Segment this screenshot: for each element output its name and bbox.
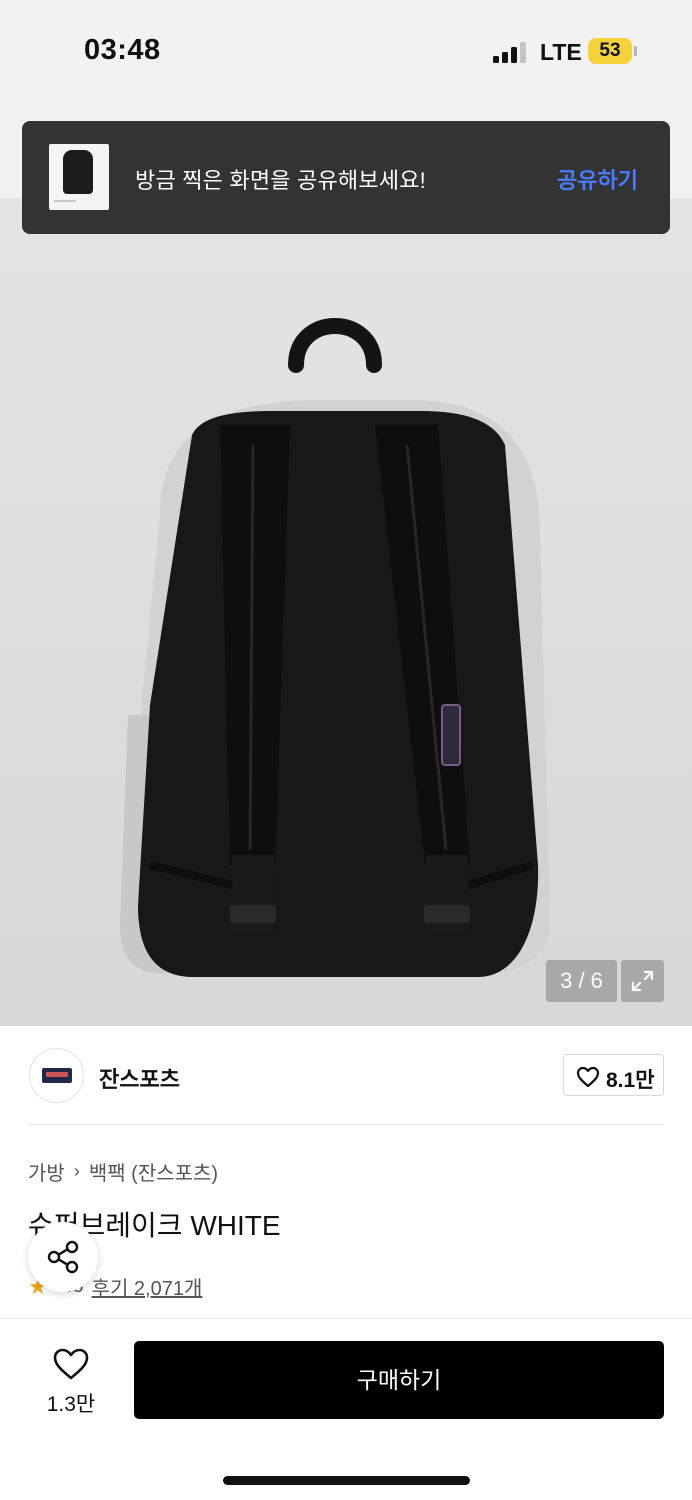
heart-icon [576, 1066, 600, 1088]
battery-icon: 53 [588, 38, 632, 64]
image-counter: 3 / 6 [546, 960, 617, 1002]
share-icon [47, 1240, 79, 1274]
product-image [120, 318, 550, 977]
home-indicator [223, 1476, 470, 1485]
toast-message: 방금 찍은 화면을 공유해보세요! [135, 168, 426, 193]
network-type: LTE [540, 39, 582, 65]
screenshot-thumbnail[interactable] [49, 144, 109, 210]
heart-icon [53, 1348, 89, 1380]
brand-logo[interactable] [29, 1048, 84, 1103]
product-image-gallery[interactable]: › 3 / 6 [0, 100, 692, 1026]
status-time: 03:48 [84, 34, 161, 66]
breadcrumb-item-category[interactable]: 가방 [28, 1157, 65, 1186]
battery-nub [634, 46, 637, 56]
brand-like-count: 8.1만 [606, 1069, 655, 1092]
expand-icon [631, 970, 654, 992]
breadcrumb: 가방 › 백팩 (잔스포츠) [28, 1157, 218, 1186]
status-bar: 03:48 LTE 53 [0, 0, 692, 100]
expand-button[interactable] [621, 960, 664, 1002]
share-toast: 방금 찍은 화면을 공유해보세요! 공유하기 [22, 121, 670, 234]
buy-button[interactable]: 구매하기 [134, 1341, 664, 1419]
wishlist-button[interactable]: 1.3만 [35, 1344, 107, 1416]
breadcrumb-item-subcategory[interactable]: 백팩 (잔스포츠) [89, 1157, 218, 1186]
reviews-link[interactable]: 후기 2,071개 [92, 1272, 203, 1301]
share-action-button[interactable]: 공유하기 [557, 163, 638, 195]
wishlist-count: 1.3만 [46, 1393, 96, 1416]
brand-name[interactable]: 잔스포츠 [99, 1062, 180, 1094]
brand-like-button[interactable]: 8.1만 [563, 1054, 664, 1096]
signal-icon [493, 41, 529, 63]
share-button[interactable] [28, 1222, 98, 1292]
chevron-right-icon: › [73, 1161, 80, 1181]
divider [28, 1124, 664, 1125]
